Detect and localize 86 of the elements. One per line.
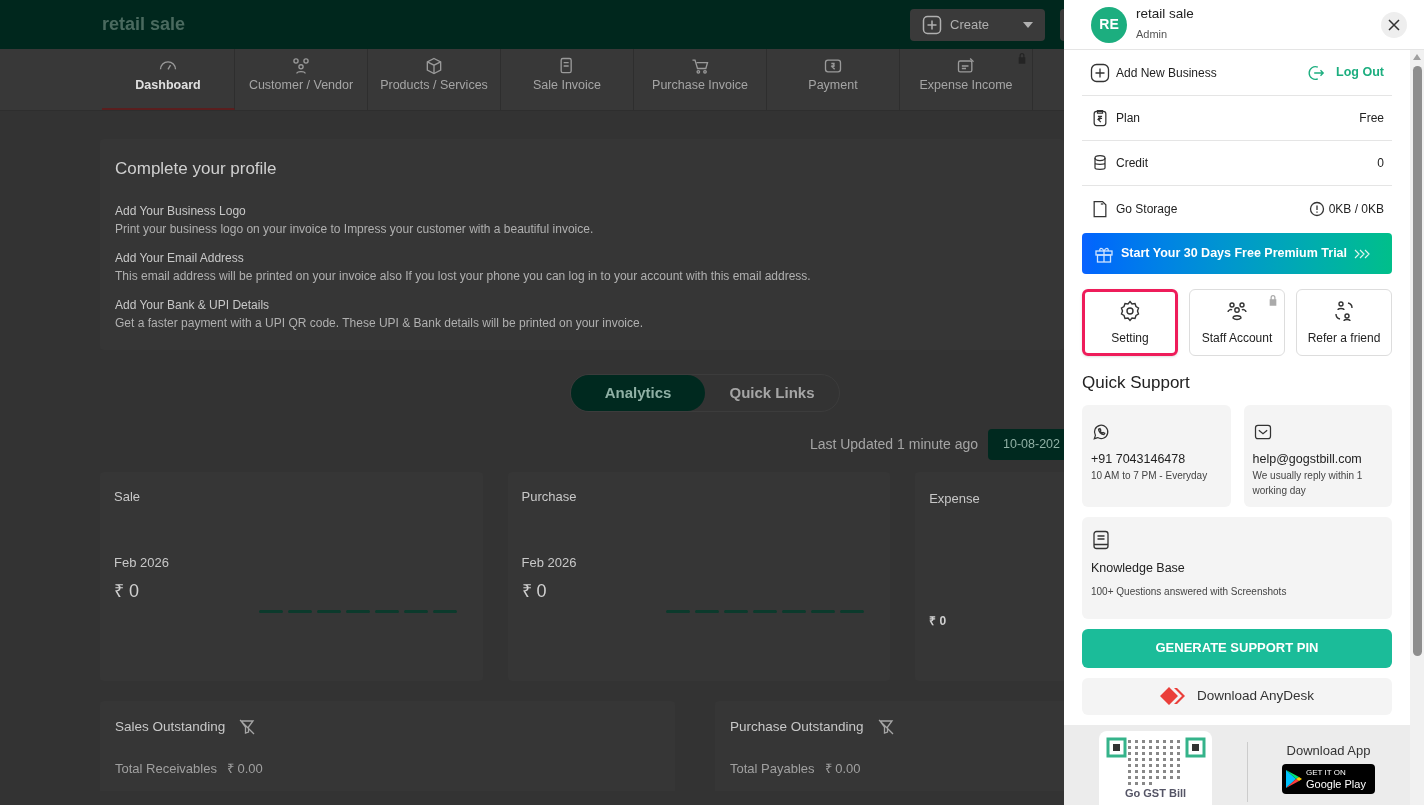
outstanding-total-label: Total Receivables [115,760,217,779]
info-value: 0 [1377,155,1384,172]
scroll-up-icon [1413,54,1421,60]
knowledge-base-card[interactable]: Knowledge Base 100+ Questions answered with Screenshots [1082,516,1392,619]
view-toggle-option[interactable]: Analytics [571,375,705,411]
info-label: Go Storage [1116,200,1178,218]
summary-period: Feb 2026 [114,553,170,572]
profile-step-title[interactable]: Add Your Business Logo [115,201,1064,220]
nav-tab[interactable]: Purchase Invoice [634,49,767,110]
support-card[interactable]: help@gogstbill.com We usually reply within 1 working day [1243,404,1392,507]
tab-icon [956,56,976,76]
outstanding-total-label: Total Payables [730,760,815,779]
create-button[interactable]: Create [910,8,1045,41]
plus-icon [922,14,942,35]
profile-step-description: Get a faster payment with a UPI QR code. These UPI & Bank details will be printed on your invoice. [115,314,645,332]
lock-icon [1268,294,1278,306]
tab-icon [424,56,444,76]
premium-trial-banner[interactable]: Start Your 30 Days Free Premium Trial [1082,233,1392,274]
close-button[interactable] [1381,11,1407,38]
add-business-button[interactable]: Add New Business [1090,62,1217,83]
quick-action-button[interactable]: Refer a friend [1296,289,1392,356]
nav-tab[interactable]: Expense Income [900,49,1033,110]
outstanding-title: Purchase Outstanding [730,718,864,736]
info-label: Plan [1116,110,1141,127]
qr-label: Go GST Bill [1124,786,1187,799]
nav-tab[interactable]: Products / Services [368,49,501,110]
profile-step-title[interactable]: Add Your Bank & UPI Details [115,295,1064,314]
quick-action-button[interactable]: Staff Account [1189,289,1285,356]
nav-tab[interactable]: Customer / Vendor [235,49,368,110]
refer-people-icon [1332,298,1356,323]
nav-tab[interactable]: Sale Invoice [501,49,634,110]
caret-icon [1023,20,1033,29]
google-play-badge[interactable]: GET IT ON Google Play [1282,764,1375,794]
diamond-logo-icon [1159,687,1187,705]
store-name: Google Play [1306,777,1366,791]
quick-support-heading: Quick Support [1082,372,1191,394]
download-app-label: Download App [1286,741,1371,760]
close-icon [1388,18,1400,31]
info-value: Free [1359,110,1384,127]
book-icon [1091,529,1111,550]
info-icon [1308,200,1325,217]
outstanding-total: ₹ 0.00 [824,760,861,779]
support-title: help@gogstbill.com [1252,450,1363,468]
support-note: 10 AM to 7 PM - Everyday [1091,469,1209,484]
chevrons-icon [1354,247,1371,260]
filter-off-icon[interactable] [877,719,894,736]
summary-amount: ₹ 0 [521,580,548,603]
outstanding-total: ₹ 0.00 [226,760,263,779]
user-name: retail sale [1136,6,1194,23]
view-toggle-option[interactable]: Quick Links [705,375,839,411]
info-value: 0KB / 0KB [1328,200,1384,218]
profile-step-description: Print your business logo on your invoice to Impress your customer with a beautiful invoice. [115,220,595,238]
plus-icon [1090,62,1110,83]
knowledge-base-title: Knowledge Base [1091,559,1186,577]
scrollbar[interactable] [1410,50,1424,805]
last-updated-text: Last Updated 1 minute ago [809,435,978,454]
summary-card-title: Expense [929,490,981,508]
nav-tab[interactable]: Dashboard [102,49,235,110]
store-small-text: GET IT ON [1306,767,1346,778]
user-role: Admin [1136,27,1169,43]
filter-off-icon[interactable] [239,719,256,736]
profile-step-description: This email address will be printed on your invoice also If you lost your phone you can log in to your account with this email address. [115,267,812,285]
profile-card-title: Complete your profile [115,158,278,180]
support-card[interactable]: +91 7043146478 10 AM to 7 PM - Everyday [1082,404,1231,507]
scrollbar-thumb[interactable] [1412,66,1422,656]
info-label: Credit [1116,155,1148,172]
knowledge-base-note: 100+ Questions answered with Screenshots [1091,585,1288,600]
outstanding-title: Sales Outstanding [115,718,226,736]
support-note: We usually reply within 1 working day [1252,469,1364,499]
logout-icon [1307,63,1326,82]
summary-card-title: Sale [114,488,142,506]
avatar: RE [1091,6,1127,43]
profile-step-title[interactable]: Add Your Email Address [115,248,1064,267]
play-store-icon [1286,770,1302,788]
settings-icon [1118,298,1142,323]
summary-period: Feb 2026 [521,553,578,572]
business-name: retail sale [102,13,186,36]
summary-amount: ₹ 0 [114,580,140,603]
download-anydesk-button[interactable]: Download AnyDesk [1082,677,1392,715]
support-title: +91 7043146478 [1091,450,1187,468]
summary-amount: ₹ 0 [929,612,948,630]
tab-icon [291,56,311,76]
quick-action-button[interactable]: Setting [1082,289,1178,356]
date-button[interactable]: 10-08-202 [988,429,1064,460]
nav-tab[interactable]: Payment [767,49,900,110]
summary-card-title: Purchase [521,488,578,506]
